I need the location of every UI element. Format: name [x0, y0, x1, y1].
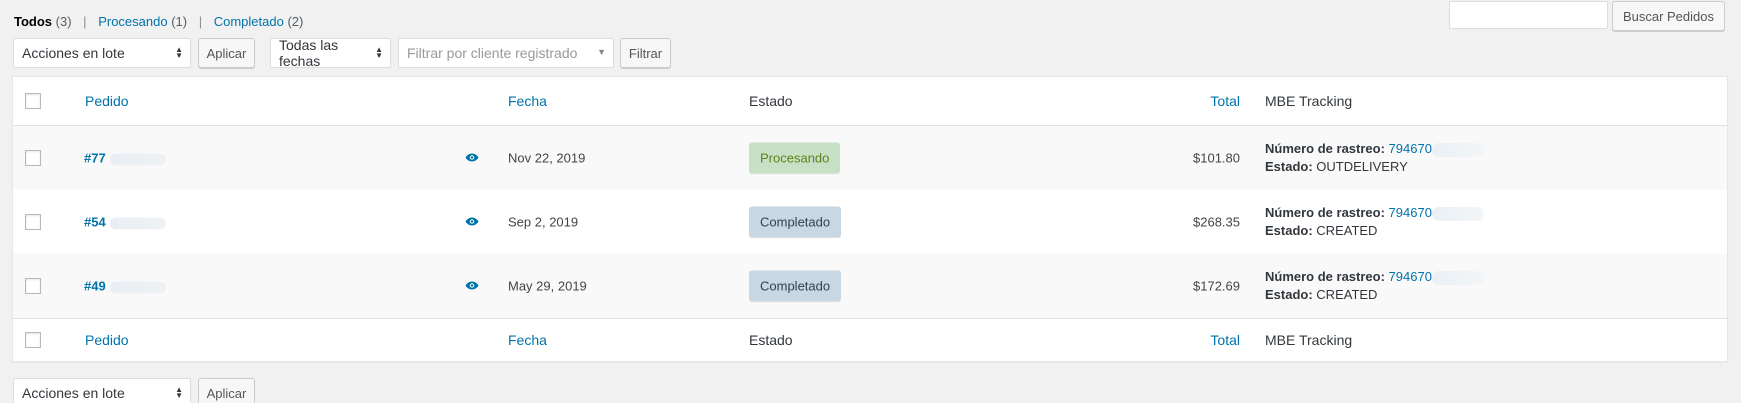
order-date: Nov 22, 2019 [508, 150, 586, 166]
redacted-tracking [1431, 270, 1484, 285]
status-badge: Completado [749, 206, 842, 238]
table-header: Pedido Fecha Estado Total MBE Tracking [13, 77, 1727, 126]
eye-icon[interactable] [465, 151, 479, 166]
order-link[interactable]: #54 [84, 215, 106, 230]
order-link[interactable]: #49 [84, 279, 106, 294]
table-row[interactable]: #49 May 29, 2019 Completado $172.69 Núme… [13, 254, 1727, 318]
up-down-arrows-icon: ▲ ▼ [375, 45, 383, 60]
tracking-cell: Número de rastreo: 794670 Estado: OUTDEL… [1265, 140, 1484, 176]
select-all-checkbox[interactable] [25, 93, 41, 109]
caret-down-icon: ▼ [597, 47, 606, 57]
tracking-cell: Número de rastreo: 794670 Estado: CREATE… [1265, 204, 1484, 240]
status-filter-links: Todos (3) | Procesando (1) | Completado … [14, 14, 303, 29]
tracking-state: CREATED [1316, 223, 1378, 238]
state-label: Estado: [1265, 223, 1313, 238]
order-cell: #49 [84, 279, 166, 294]
state-label: Estado: [1265, 287, 1313, 302]
status-cell: Completado [749, 270, 842, 302]
order-date: Sep 2, 2019 [508, 214, 579, 230]
row-checkbox[interactable] [25, 278, 41, 294]
orders-table: Pedido Fecha Estado Total MBE Tracking #… [12, 76, 1728, 362]
column-tracking: MBE Tracking [1265, 332, 1353, 348]
order-link[interactable]: #77 [84, 151, 106, 166]
search-orders-button[interactable]: Buscar Pedidos [1611, 1, 1725, 31]
tracking-number-link[interactable]: 794670 [1389, 205, 1432, 220]
status-cell: Completado [749, 206, 842, 238]
table-row[interactable]: #77 Nov 22, 2019 Procesando $101.80 Núme… [13, 126, 1727, 190]
view-all-link[interactable]: Todos [14, 14, 52, 29]
view-processing-count: (1) [171, 14, 188, 29]
tracking-number-link[interactable]: 794670 [1389, 269, 1432, 284]
column-order[interactable]: Pedido [85, 332, 129, 348]
column-tracking: MBE Tracking [1265, 93, 1353, 109]
view-processing-link[interactable]: Procesando [98, 14, 167, 29]
column-total[interactable]: Total [1210, 332, 1240, 348]
filter-button[interactable]: Filtrar [620, 38, 671, 68]
row-checkbox[interactable] [25, 150, 41, 166]
customer-filter-select[interactable]: Filtrar por cliente registrado ▼ [398, 38, 614, 68]
state-label: Estado: [1265, 159, 1313, 174]
separator: | [83, 14, 87, 29]
tracking-label: Número de rastreo: [1265, 141, 1385, 156]
apply-button[interactable]: Aplicar [198, 378, 255, 403]
row-checkbox[interactable] [25, 214, 41, 230]
bulk-actions-select[interactable]: Acciones en lote ▲ ▼ [13, 378, 191, 403]
tracking-cell: Número de rastreo: 794670 Estado: CREATE… [1265, 268, 1484, 304]
tracking-state: OUTDELIVERY [1316, 159, 1408, 174]
order-cell: #77 [84, 151, 166, 166]
column-order[interactable]: Pedido [85, 93, 129, 109]
tracking-label: Número de rastreo: [1265, 269, 1385, 284]
status-badge: Completado [749, 270, 842, 302]
status-badge: Procesando [749, 142, 841, 174]
column-status: Estado [749, 93, 793, 109]
status-cell: Procesando [749, 142, 841, 174]
view-completed-count: (2) [287, 14, 304, 29]
top-toolbar: Acciones en lote ▲ ▼ Aplicar Todas las fe… [13, 37, 671, 69]
customer-filter-placeholder: Filtrar por cliente registrado [407, 45, 578, 61]
redacted-tracking [1431, 206, 1484, 221]
column-total[interactable]: Total [1210, 93, 1240, 109]
tracking-number-link[interactable]: 794670 [1389, 141, 1432, 156]
column-date[interactable]: Fecha [508, 93, 547, 109]
up-down-arrows-icon: ▲ ▼ [175, 385, 183, 400]
table-row[interactable]: #54 Sep 2, 2019 Completado $268.35 Númer… [13, 190, 1727, 254]
view-all-count: (3) [55, 14, 72, 29]
separator: | [198, 14, 203, 29]
tracking-label: Número de rastreo: [1265, 205, 1385, 220]
tracking-state: CREATED [1316, 287, 1378, 302]
order-total: $101.80 [1193, 150, 1240, 166]
bottom-toolbar: Acciones en lote ▲ ▼ Aplicar [13, 378, 255, 403]
column-status: Estado [749, 332, 793, 348]
order-total: $172.69 [1193, 278, 1240, 294]
dates-value: Todas las fechas [279, 37, 339, 69]
dates-select[interactable]: Todas las fechas ▲ ▼ [270, 37, 391, 69]
redacted-name [109, 217, 166, 230]
eye-icon[interactable] [465, 279, 479, 294]
order-total: $268.35 [1193, 214, 1240, 230]
table-footer: Pedido Fecha Estado Total MBE Tracking [13, 318, 1727, 361]
up-down-arrows-icon: ▲ ▼ [175, 45, 183, 60]
bulk-actions-value: Acciones en lote [22, 45, 125, 61]
redacted-tracking [1431, 142, 1484, 157]
eye-icon[interactable] [465, 215, 479, 230]
order-date: May 29, 2019 [508, 278, 587, 294]
order-cell: #54 [84, 215, 166, 230]
bulk-actions-select[interactable]: Acciones en lote ▲ ▼ [13, 38, 191, 68]
search-box: Buscar Pedidos [1448, 1, 1725, 31]
redacted-name [109, 281, 166, 294]
view-completed-link[interactable]: Completado [214, 14, 284, 29]
search-input[interactable] [1448, 1, 1608, 29]
redacted-name [109, 153, 166, 166]
column-date[interactable]: Fecha [508, 332, 547, 348]
bulk-actions-value: Acciones en lote [22, 385, 125, 401]
select-all-checkbox[interactable] [25, 332, 41, 348]
apply-button[interactable]: Aplicar [198, 38, 255, 68]
